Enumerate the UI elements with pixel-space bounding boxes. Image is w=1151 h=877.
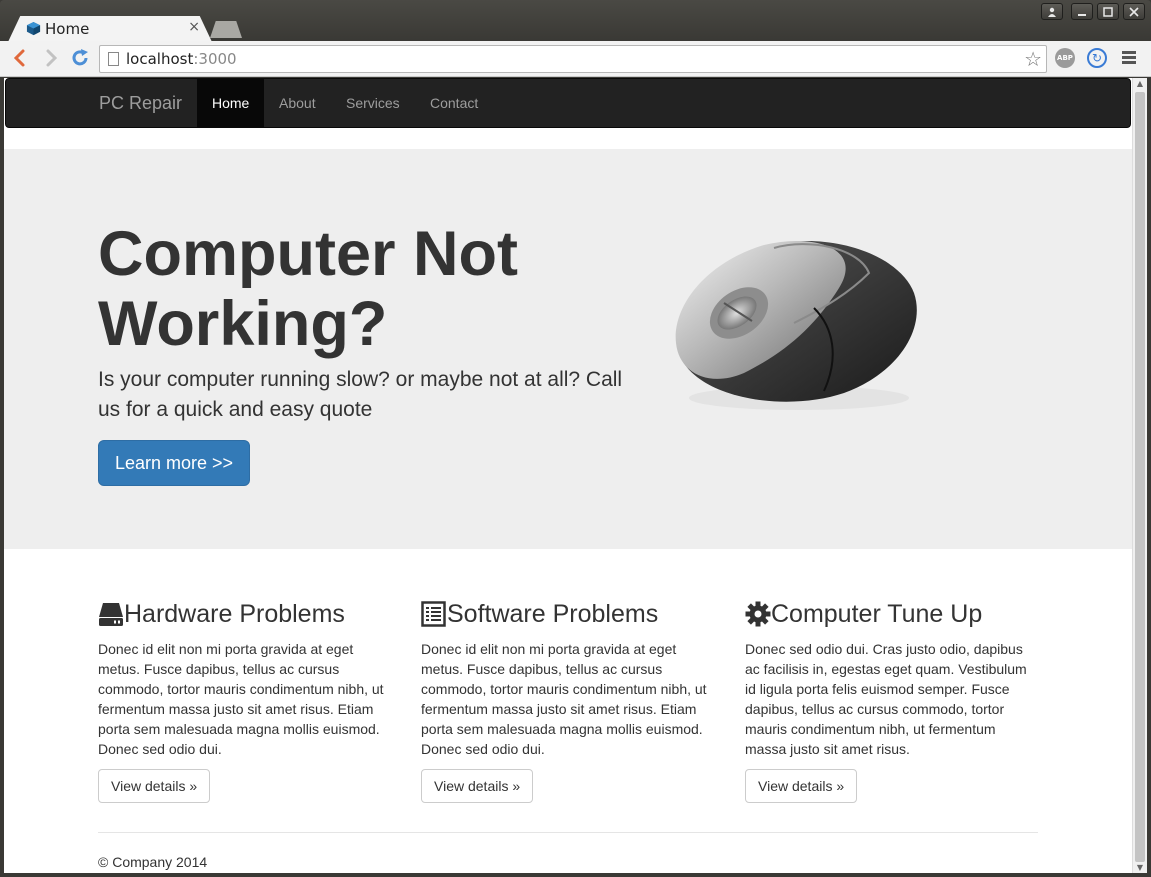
hamburger-menu-icon[interactable] (1122, 51, 1136, 65)
cog-icon (745, 601, 771, 627)
divider (98, 832, 1038, 833)
tuneup-text: Donec sed odio dui. Cras justo odio, dap… (745, 641, 1027, 757)
footer-copyright: © Company 2014 (98, 854, 208, 870)
reload-icon[interactable] (69, 47, 91, 69)
computer-mouse-image (675, 240, 917, 410)
jumbotron-lead: Is your computer running slow? or maybe … (98, 368, 623, 421)
software-text: Donec id elit non mi porta gravida at eg… (421, 641, 707, 757)
nav-contact[interactable]: Contact (415, 79, 493, 127)
scroll-thumb[interactable] (1135, 92, 1145, 862)
software-view-details-button[interactable]: View details » (421, 769, 534, 803)
page-scrollbar[interactable]: ▲ ▼ (1132, 78, 1147, 873)
close-window-button[interactable] (1123, 3, 1145, 20)
minimize-button[interactable] (1071, 3, 1093, 20)
hardware-view-details-button[interactable]: View details » (98, 769, 211, 803)
learn-more-button[interactable]: Learn more >> (98, 440, 250, 486)
feature-software: Software Problems Donec id elit non mi p… (421, 598, 716, 803)
jumbotron: Computer Not Working? Is your computer r… (4, 149, 1132, 549)
new-tab-button[interactable] (210, 21, 242, 38)
browser-window: Home × localhost:3000 ☆ ABP ↻ PC Repair … (0, 0, 1151, 877)
adblock-icon[interactable]: ABP (1055, 48, 1075, 68)
sync-extension-icon[interactable]: ↻ (1087, 48, 1107, 68)
nav-about[interactable]: About (264, 79, 331, 127)
tuneup-view-details-button[interactable]: View details » (745, 769, 858, 803)
hardware-title: Hardware Problems (124, 599, 345, 628)
browser-toolbar: localhost:3000 ☆ ABP ↻ (0, 41, 1151, 77)
browser-tab[interactable]: Home × (8, 16, 212, 42)
maximize-button[interactable] (1097, 3, 1119, 20)
back-icon[interactable] (9, 47, 31, 69)
url-text: localhost:3000 (126, 50, 237, 68)
list-alt-icon (421, 601, 446, 627)
nav-home[interactable]: Home (197, 79, 265, 127)
hard-drive-icon (99, 603, 123, 626)
feature-tuneup: Computer Tune Up Donec sed odio dui. Cra… (745, 598, 1040, 803)
site-navbar: PC Repair Home About Services Contact (5, 78, 1131, 128)
bookmark-star-icon[interactable]: ☆ (1024, 47, 1042, 71)
cube-favicon-icon (26, 21, 41, 36)
page-viewport: PC Repair Home About Services Contact Co… (4, 78, 1132, 873)
tuneup-title: Computer Tune Up (771, 599, 983, 628)
scroll-down-arrow-icon[interactable]: ▼ (1135, 863, 1145, 872)
jumbotron-title: Computer Not Working? (98, 219, 518, 359)
title-bar: Home × (0, 0, 1151, 42)
software-title: Software Problems (447, 599, 659, 628)
feature-hardware: Hardware Problems Donec id elit non mi p… (98, 598, 393, 803)
page-icon (108, 52, 119, 66)
scroll-up-arrow-icon[interactable]: ▲ (1135, 79, 1145, 88)
address-bar[interactable]: localhost:3000 ☆ (99, 45, 1047, 73)
tab-close-icon[interactable]: × (188, 19, 200, 35)
hardware-text: Donec id elit non mi porta gravida at eg… (98, 641, 384, 757)
user-profile-icon[interactable] (1041, 3, 1063, 20)
forward-icon[interactable] (40, 47, 62, 69)
tab-title: Home (45, 20, 90, 38)
nav-services[interactable]: Services (331, 79, 415, 127)
navbar-brand[interactable]: PC Repair (99, 93, 182, 114)
